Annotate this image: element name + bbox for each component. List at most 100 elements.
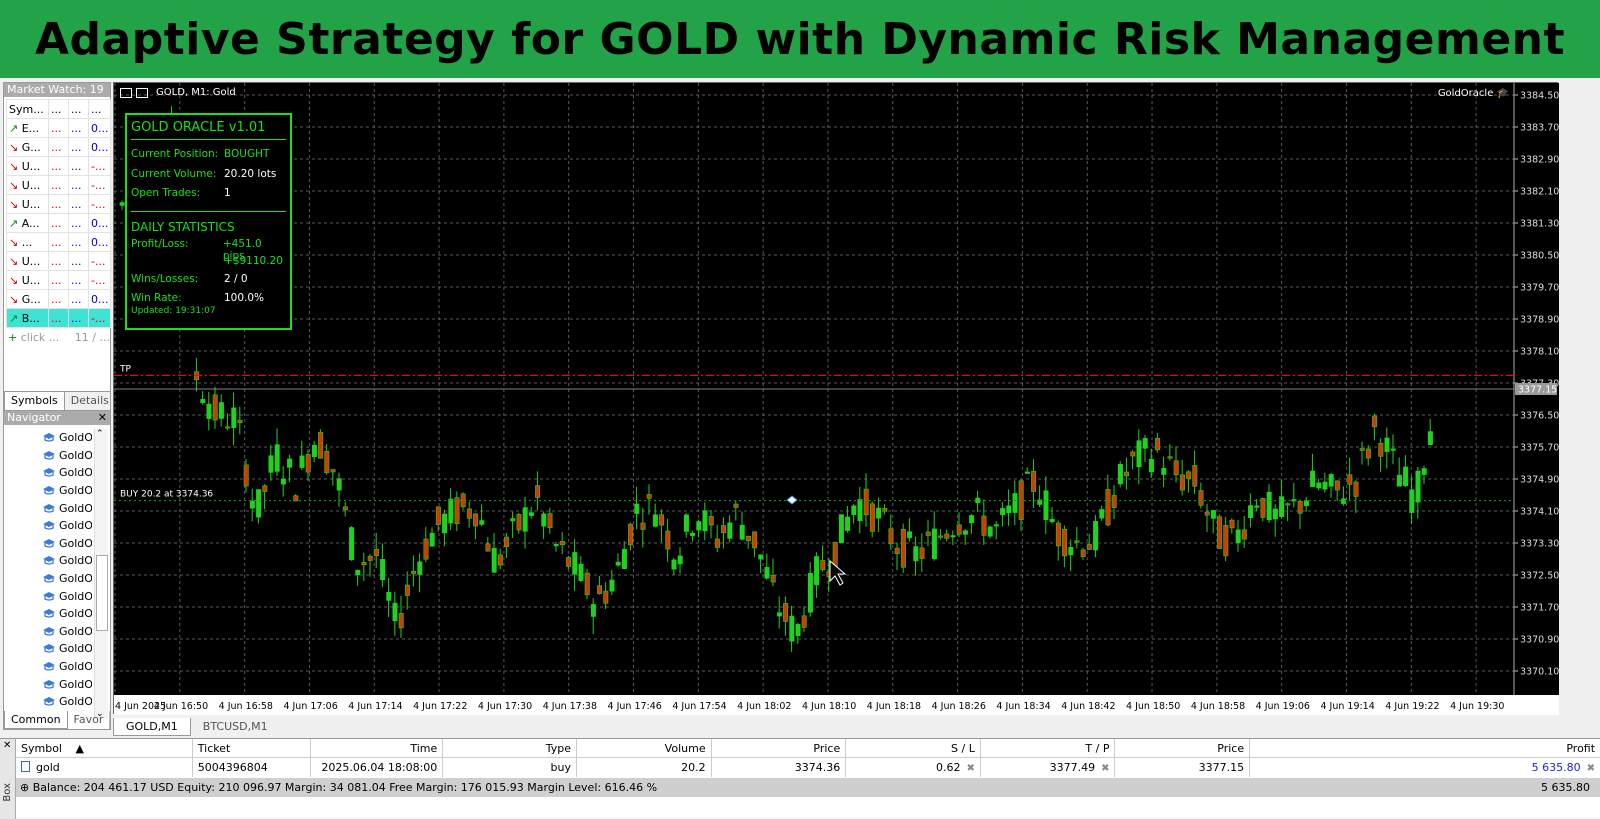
column-header[interactable]: Sym...: [6, 99, 49, 119]
navigator-item[interactable]: GoldO: [4, 570, 92, 588]
balance-bar: ⊕ Balance: 204 461.17 USD Equity: 210 09…: [16, 778, 1600, 797]
chart-menu-icon[interactable]: [120, 87, 132, 98]
cell-symbol: ↘ U...: [6, 194, 49, 214]
cell-symbol: ↗ E...: [6, 118, 49, 138]
navigator-item[interactable]: GoldO: [4, 499, 92, 517]
tab-details[interactable]: Details: [65, 392, 116, 411]
trend-arrow-icon: ↗: [9, 216, 19, 230]
candle-body: [807, 572, 813, 613]
divider: [131, 210, 286, 212]
remove-tp-icon[interactable]: ✖: [1101, 763, 1109, 774]
column-header[interactable]: ...: [88, 99, 111, 119]
cell-bid: ...: [48, 251, 69, 271]
column-header[interactable]: ...: [48, 99, 69, 119]
navigator-item[interactable]: GoldO: [4, 623, 92, 641]
navigator-item[interactable]: GoldO: [4, 517, 92, 535]
panel-title: GOLD ORACLE v1.01: [131, 120, 266, 135]
cell-time: 2025.06.04 18:08:00: [311, 758, 444, 777]
navigator-item[interactable]: GoldO: [4, 552, 92, 570]
table-row[interactable]: ↘ U......... -...: [6, 194, 111, 214]
col-ticket[interactable]: Ticket: [193, 739, 312, 757]
col-cur-price[interactable]: Price: [1115, 739, 1251, 757]
tab-btcusd-m1[interactable]: BTCUSD,M1: [191, 718, 280, 736]
expert-advisor-label[interactable]: GoldOracle 🎓: [1438, 88, 1509, 99]
table-row[interactable]: ↘ ......... 0...: [6, 232, 111, 252]
remove-sl-icon[interactable]: ✖: [966, 763, 974, 774]
col-sl[interactable]: S / L: [846, 739, 981, 757]
candle-body: [1297, 501, 1303, 514]
candle-body: [1396, 474, 1402, 487]
chart-canvas[interactable]: 3384.50 3383.70 3382.90 3382.10 3381.30 3380.…: [114, 83, 1559, 715]
table-row[interactable]: gold 5004396804 2025.06.04 18:08:00 buy …: [16, 758, 1600, 777]
col-price[interactable]: Price: [712, 739, 847, 757]
candle-body: [1378, 442, 1384, 457]
candle-body: [621, 548, 627, 570]
tab-favorites[interactable]: Favor: [68, 711, 111, 729]
table-row[interactable]: ↘ U......... -...: [6, 156, 111, 176]
close-position-icon[interactable]: ✖: [1587, 763, 1595, 774]
navigator-item[interactable]: GoldO: [4, 587, 92, 605]
time-label: 4 Jun 17:46: [608, 701, 662, 712]
navigator-item[interactable]: GoldO: [4, 482, 92, 500]
updated-time: Updated: 19:31:07: [131, 306, 216, 316]
candle-body: [659, 514, 665, 526]
candle-body: [1272, 508, 1278, 520]
col-time[interactable]: Time: [311, 739, 444, 757]
cell-sl[interactable]: 0.62 ✖: [846, 758, 981, 777]
navigator-scrollbar[interactable]: ⌃ ⌄: [94, 429, 108, 719]
candle-body: [888, 528, 894, 545]
table-row[interactable]: ↘ U......... -...: [6, 251, 111, 271]
price-label: 3382.90: [1520, 155, 1559, 166]
cell-profit[interactable]: 5 635.80 ✖: [1250, 758, 1600, 777]
table-row[interactable]: ↗ A......... 0...: [6, 213, 111, 233]
candle-body: [683, 514, 689, 532]
table-row[interactable]: ↘ G......... 0...: [6, 289, 111, 309]
pl-usd: +$9110.20: [224, 254, 283, 267]
add-symbol-row[interactable]: + click ... 11 / ...: [4, 328, 110, 348]
candle-body: [473, 513, 479, 527]
volume-value: 20.20 lots: [224, 167, 277, 180]
navigator-item[interactable]: GoldO: [4, 605, 92, 623]
navigator-item[interactable]: GoldO: [4, 675, 92, 693]
plus-circle-icon[interactable]: ⊕: [20, 781, 29, 794]
tab-symbols[interactable]: Symbols: [4, 392, 65, 411]
cell-bid: ...: [48, 232, 69, 252]
candle-body: [1024, 471, 1030, 474]
navigator-item[interactable]: GoldO: [4, 640, 92, 658]
candle-body: [609, 579, 615, 592]
candle-body: [528, 512, 534, 516]
candle-body: [1012, 493, 1018, 513]
candle-body: [349, 527, 355, 560]
navigator-item[interactable]: GoldO: [4, 429, 92, 447]
candle-body: [950, 535, 956, 538]
table-row[interactable]: ↗ B......... -...: [6, 308, 111, 328]
tab-gold-m1[interactable]: GOLD,M1: [113, 718, 191, 736]
candle-body: [1229, 519, 1235, 529]
navigator-item[interactable]: GoldO: [4, 693, 92, 711]
wins-losses-value: 2 / 0: [224, 272, 248, 285]
close-icon[interactable]: ✕: [3, 740, 11, 751]
window-icon[interactable]: [136, 87, 148, 98]
col-type[interactable]: Type: [443, 739, 577, 757]
cell-tp[interactable]: 3377.49 ✖: [981, 758, 1116, 777]
navigator-item[interactable]: GoldO: [4, 658, 92, 676]
table-row[interactable]: ↘ U......... -...: [6, 175, 111, 195]
table-row[interactable]: ↘ G......... 0...: [6, 137, 111, 157]
candle-body: [857, 499, 863, 522]
table-row[interactable]: ↗ E......... 0...: [6, 118, 111, 138]
close-icon[interactable]: ✕: [98, 411, 107, 425]
navigator-item[interactable]: GoldO: [4, 464, 92, 482]
chevron-up-icon[interactable]: ⌃: [96, 429, 104, 439]
col-symbol[interactable]: Symbol ▲: [16, 739, 193, 757]
price-chart[interactable]: 3384.50 3383.70 3382.90 3382.10 3381.30 3380.…: [113, 82, 1559, 715]
table-row[interactable]: ↘ U......... -...: [6, 270, 111, 290]
navigator-item[interactable]: GoldO: [4, 447, 92, 465]
scroll-thumb[interactable]: [96, 555, 108, 631]
col-volume[interactable]: Volume: [577, 739, 712, 757]
column-header[interactable]: ...: [68, 99, 89, 119]
candle-body: [547, 513, 553, 529]
tab-common[interactable]: Common: [4, 711, 68, 729]
navigator-item[interactable]: GoldO: [4, 535, 92, 553]
col-profit[interactable]: Profit: [1250, 739, 1600, 757]
col-tp[interactable]: T / P: [981, 739, 1116, 757]
